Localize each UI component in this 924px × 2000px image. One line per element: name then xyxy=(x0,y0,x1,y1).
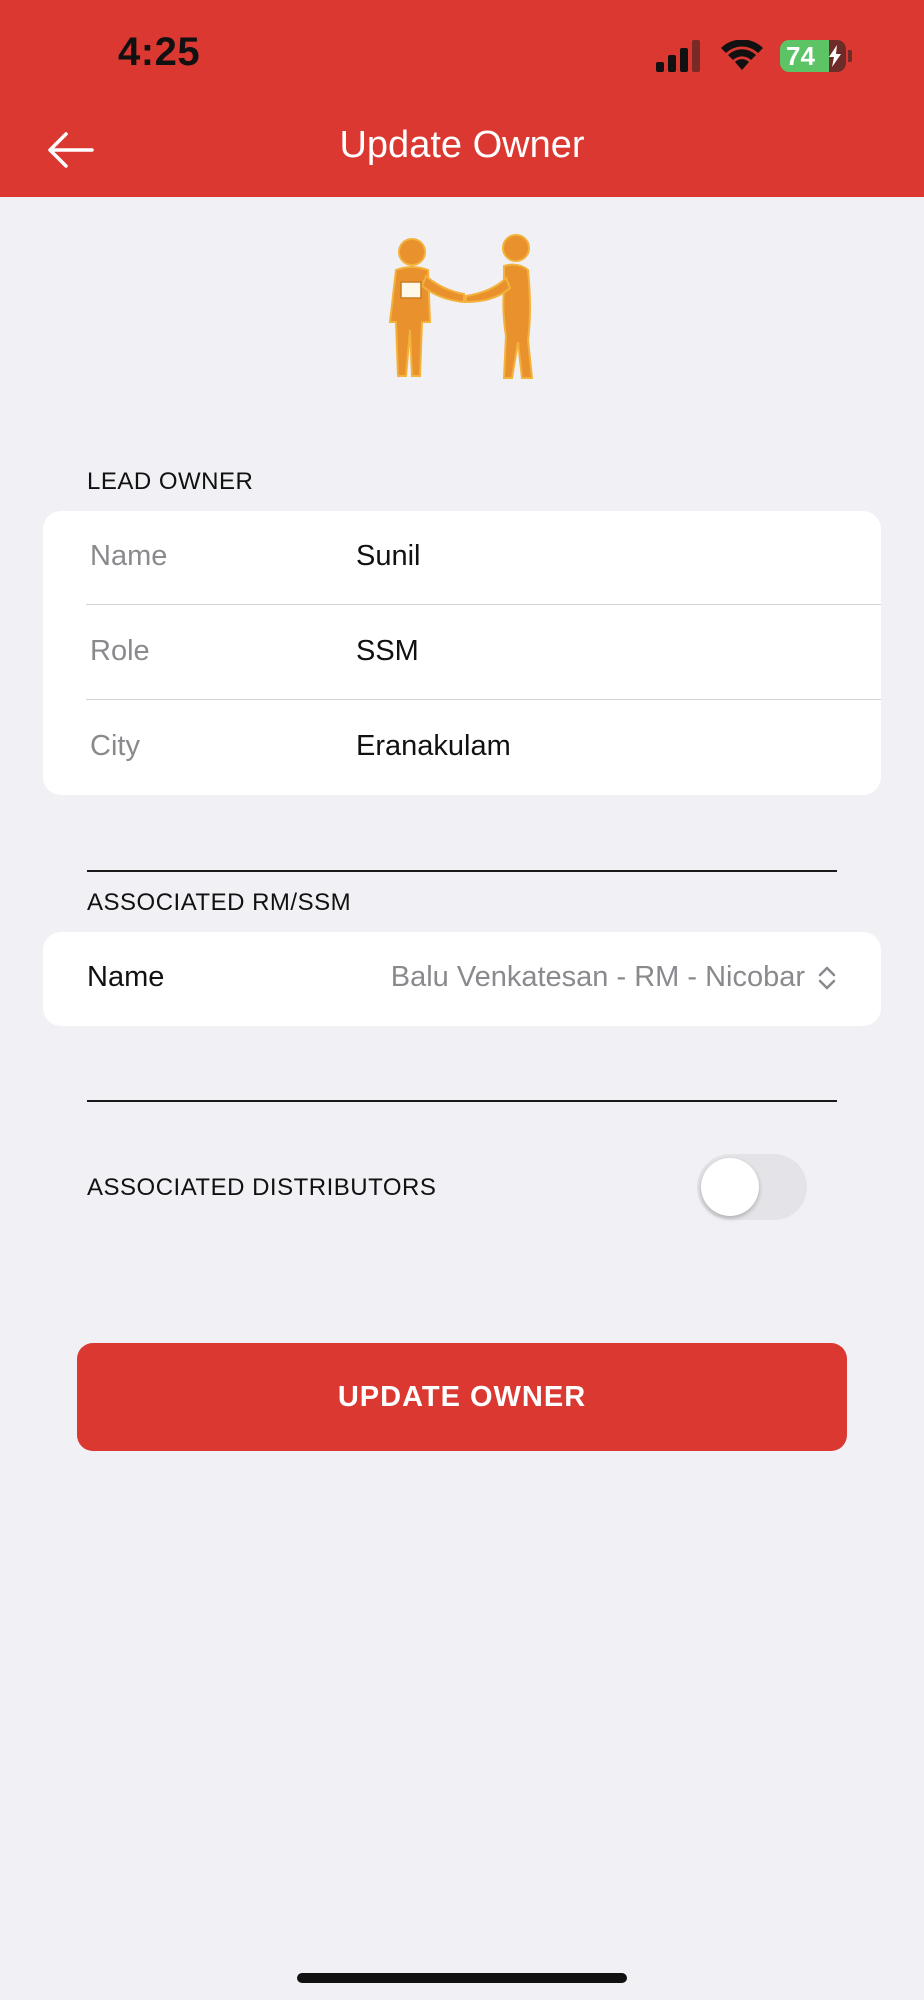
row-value: Sunil xyxy=(356,540,421,572)
wifi-icon xyxy=(721,40,763,70)
associated-rm-select[interactable]: Name Balu Venkatesan - RM - Nicobar xyxy=(43,932,881,1026)
lead-owner-city-row: City Eranakulam xyxy=(43,701,881,795)
battery-tip xyxy=(848,50,852,62)
row-label: Role xyxy=(90,635,150,667)
row-value: Eranakulam xyxy=(356,730,511,762)
battery-icon: 74 xyxy=(780,40,846,72)
app-header: 4:25 74 Update Owner xyxy=(0,0,924,197)
lead-owner-name-row: Name Sunil xyxy=(43,511,881,605)
lead-owner-section-title: LEAD OWNER xyxy=(87,468,254,495)
chevron-up-down-icon xyxy=(818,966,836,990)
lead-owner-card: Name Sunil Role SSM City Eranakulam xyxy=(43,511,881,795)
battery-level: 74 xyxy=(786,41,815,71)
row-value: SSM xyxy=(356,635,419,667)
associated-distributors-label: ASSOCIATED DISTRIBUTORS xyxy=(87,1174,437,1201)
associated-rm-section-title: ASSOCIATED RM/SSM xyxy=(87,889,352,916)
home-indicator xyxy=(297,1973,627,1983)
select-value: Balu Venkatesan - RM - Nicobar xyxy=(390,961,805,993)
update-owner-button[interactable]: UPDATE OWNER xyxy=(77,1343,847,1451)
status-time: 4:25 xyxy=(118,30,201,74)
handshake-people-icon xyxy=(388,234,534,379)
associated-distributors-toggle[interactable] xyxy=(697,1154,807,1220)
section-divider xyxy=(87,1100,837,1102)
select-label: Name xyxy=(87,961,165,993)
lead-owner-role-row: Role SSM xyxy=(43,606,881,700)
signal-icon xyxy=(656,40,700,72)
row-label: City xyxy=(90,730,140,762)
page-title: Update Owner xyxy=(339,124,585,166)
divider xyxy=(86,604,881,605)
section-divider xyxy=(87,870,837,872)
divider xyxy=(86,699,881,700)
status-icons: 74 xyxy=(656,38,852,74)
toggle-knob xyxy=(701,1158,759,1216)
row-label: Name xyxy=(90,540,168,572)
charging-bolt-icon xyxy=(829,45,841,67)
